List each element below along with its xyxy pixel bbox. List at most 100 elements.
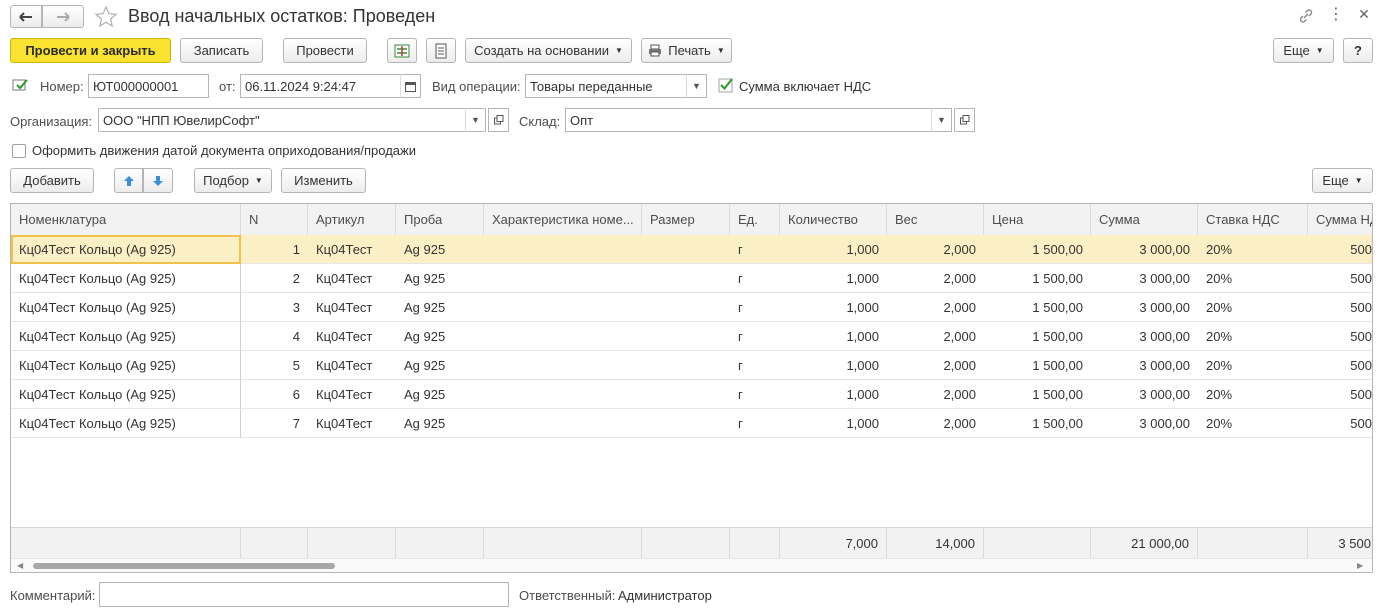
table-cell[interactable]: 1,000 [780, 351, 887, 380]
table-cell[interactable]: 1,000 [780, 264, 887, 293]
table-cell[interactable] [642, 409, 730, 438]
table-cell[interactable]: Кц04Тест [308, 351, 396, 380]
table-cell[interactable]: 1,000 [780, 293, 887, 322]
table-cell[interactable]: 3 000,00 [1091, 351, 1198, 380]
organization-dropdown[interactable]: ▼ [465, 108, 486, 132]
operation-type-dropdown[interactable]: ▼ [686, 74, 707, 98]
add-row-button[interactable]: Добавить [10, 168, 94, 193]
table-cell[interactable]: Ag 925 [396, 409, 484, 438]
table-cell[interactable]: 20% [1198, 264, 1308, 293]
column-header[interactable]: Артикул [308, 204, 396, 235]
organization-open-button[interactable] [488, 108, 509, 132]
table-cell[interactable]: 3 000,00 [1091, 264, 1198, 293]
column-header[interactable]: Количество [780, 204, 887, 235]
table-cell[interactable] [642, 235, 730, 264]
table-row[interactable]: Кц04Тест Кольцо (Ag 925) 2 Кц04Тест Ag 925 г… [11, 264, 1372, 293]
table-cell[interactable]: 500,00 [1308, 264, 1372, 293]
table-cell[interactable]: 1,000 [780, 409, 887, 438]
table-cell[interactable]: 6 [241, 380, 308, 409]
table-cell[interactable]: 20% [1198, 322, 1308, 351]
table-cell[interactable]: г [730, 235, 780, 264]
number-field[interactable]: ЮТ000000001 [88, 74, 209, 98]
table-cell[interactable]: 20% [1198, 293, 1308, 322]
move-up-button[interactable] [114, 168, 143, 193]
table-cell[interactable]: Кц04Тест Кольцо (Ag 925) [11, 293, 241, 322]
table-cell[interactable]: Кц04Тест Кольцо (Ag 925) [11, 264, 241, 293]
table-cell[interactable] [484, 380, 642, 409]
table-cell[interactable]: 500,00 [1308, 293, 1372, 322]
table-cell[interactable]: Кц04Тест Кольцо (Ag 925) [11, 322, 241, 351]
table-cell[interactable]: 3 000,00 [1091, 322, 1198, 351]
column-header[interactable]: Цена [984, 204, 1091, 235]
scroll-right-icon[interactable]: ▶ [1357, 561, 1363, 570]
table-cell[interactable]: г [730, 409, 780, 438]
warehouse-field[interactable]: Опт [565, 108, 932, 132]
table-row[interactable]: Кц04Тест Кольцо (Ag 925) 3 Кц04Тест Ag 925 г… [11, 293, 1372, 322]
table-cell[interactable]: Ag 925 [396, 351, 484, 380]
table-cell[interactable]: Ag 925 [396, 380, 484, 409]
table-cell[interactable]: 2,000 [887, 293, 984, 322]
table-cell[interactable]: Кц04Тест [308, 293, 396, 322]
column-header[interactable]: Сумма [1091, 204, 1198, 235]
comment-field[interactable] [99, 582, 509, 607]
table-cell[interactable]: Кц04Тест Кольцо (Ag 925) [11, 380, 241, 409]
table-cell[interactable]: 1 500,00 [984, 409, 1091, 438]
table-cell[interactable]: 20% [1198, 351, 1308, 380]
table-cell[interactable]: Кц04Тест Кольцо (Ag 925) [11, 351, 241, 380]
calendar-button[interactable] [400, 74, 421, 98]
table-cell[interactable] [484, 322, 642, 351]
warehouse-dropdown[interactable]: ▼ [931, 108, 952, 132]
table-more-button[interactable]: Еще ▼ [1312, 168, 1373, 193]
column-header[interactable]: Сумма НДС [1308, 204, 1372, 235]
table-cell[interactable] [484, 235, 642, 264]
scroll-left-icon[interactable]: ◀ [17, 561, 23, 570]
table-cell[interactable] [484, 351, 642, 380]
table-cell[interactable]: 1 [241, 235, 308, 264]
menu-dots-icon[interactable]: ⋮ [1328, 7, 1344, 25]
table-cell[interactable]: г [730, 264, 780, 293]
table-cell[interactable]: 1 500,00 [984, 264, 1091, 293]
table-cell[interactable]: г [730, 380, 780, 409]
table-cell[interactable]: 1 500,00 [984, 351, 1091, 380]
table-cell[interactable]: 1,000 [780, 235, 887, 264]
table-cell[interactable]: 4 [241, 322, 308, 351]
table-cell[interactable]: 3 000,00 [1091, 409, 1198, 438]
table-cell[interactable] [484, 409, 642, 438]
selection-button[interactable]: Подбор ▼ [194, 168, 272, 193]
table-cell[interactable] [642, 293, 730, 322]
table-cell[interactable]: Кц04Тест [308, 264, 396, 293]
column-header[interactable]: Вес [887, 204, 984, 235]
column-header[interactable]: N [241, 204, 308, 235]
table-cell[interactable]: Ag 925 [396, 264, 484, 293]
post-button[interactable]: Провести [283, 38, 367, 63]
table-cell[interactable]: 500,00 [1308, 380, 1372, 409]
table-cell[interactable]: 2,000 [887, 380, 984, 409]
table-cell[interactable]: Кц04Тест Кольцо (Ag 925) [11, 235, 241, 264]
table-row[interactable]: Кц04Тест Кольцо (Ag 925) 5 Кц04Тест Ag 925 г… [11, 351, 1372, 380]
date-field[interactable]: 06.11.2024 9:24:47 [240, 74, 401, 98]
table-row[interactable]: Кц04Тест Кольцо (Ag 925) 1 Кц04Тест Ag 925 г… [11, 235, 1372, 264]
table-cell[interactable]: 2,000 [887, 235, 984, 264]
table-row[interactable]: Кц04Тест Кольцо (Ag 925) 7 Кц04Тест Ag 925 г… [11, 409, 1372, 438]
table-cell[interactable]: 3 000,00 [1091, 293, 1198, 322]
table-cell[interactable]: 2 [241, 264, 308, 293]
table-cell[interactable]: 500,00 [1308, 409, 1372, 438]
table-cell[interactable]: 1 500,00 [984, 235, 1091, 264]
table-cell[interactable]: 2,000 [887, 322, 984, 351]
table-cell[interactable]: 1 500,00 [984, 380, 1091, 409]
table-cell[interactable]: 1,000 [780, 322, 887, 351]
table-cell[interactable]: 20% [1198, 235, 1308, 264]
table-cell[interactable] [642, 264, 730, 293]
table-row[interactable]: Кц04Тест Кольцо (Ag 925) 4 Кц04Тест Ag 925 г… [11, 322, 1372, 351]
print-button[interactable]: Печать ▼ [641, 38, 732, 63]
table-cell[interactable]: Кц04Тест Кольцо (Ag 925) [11, 409, 241, 438]
table-cell[interactable]: г [730, 322, 780, 351]
table-cell[interactable]: 500,00 [1308, 351, 1372, 380]
scrollbar-thumb[interactable] [33, 563, 335, 569]
structure-button[interactable] [426, 38, 456, 63]
table-cell[interactable]: Ag 925 [396, 235, 484, 264]
table-cell[interactable]: 2,000 [887, 351, 984, 380]
goods-table[interactable]: Номенклатура N Артикул Проба Характеристика … [10, 203, 1373, 573]
table-cell[interactable]: Кц04Тест [308, 322, 396, 351]
save-button[interactable]: Записать [180, 38, 263, 63]
